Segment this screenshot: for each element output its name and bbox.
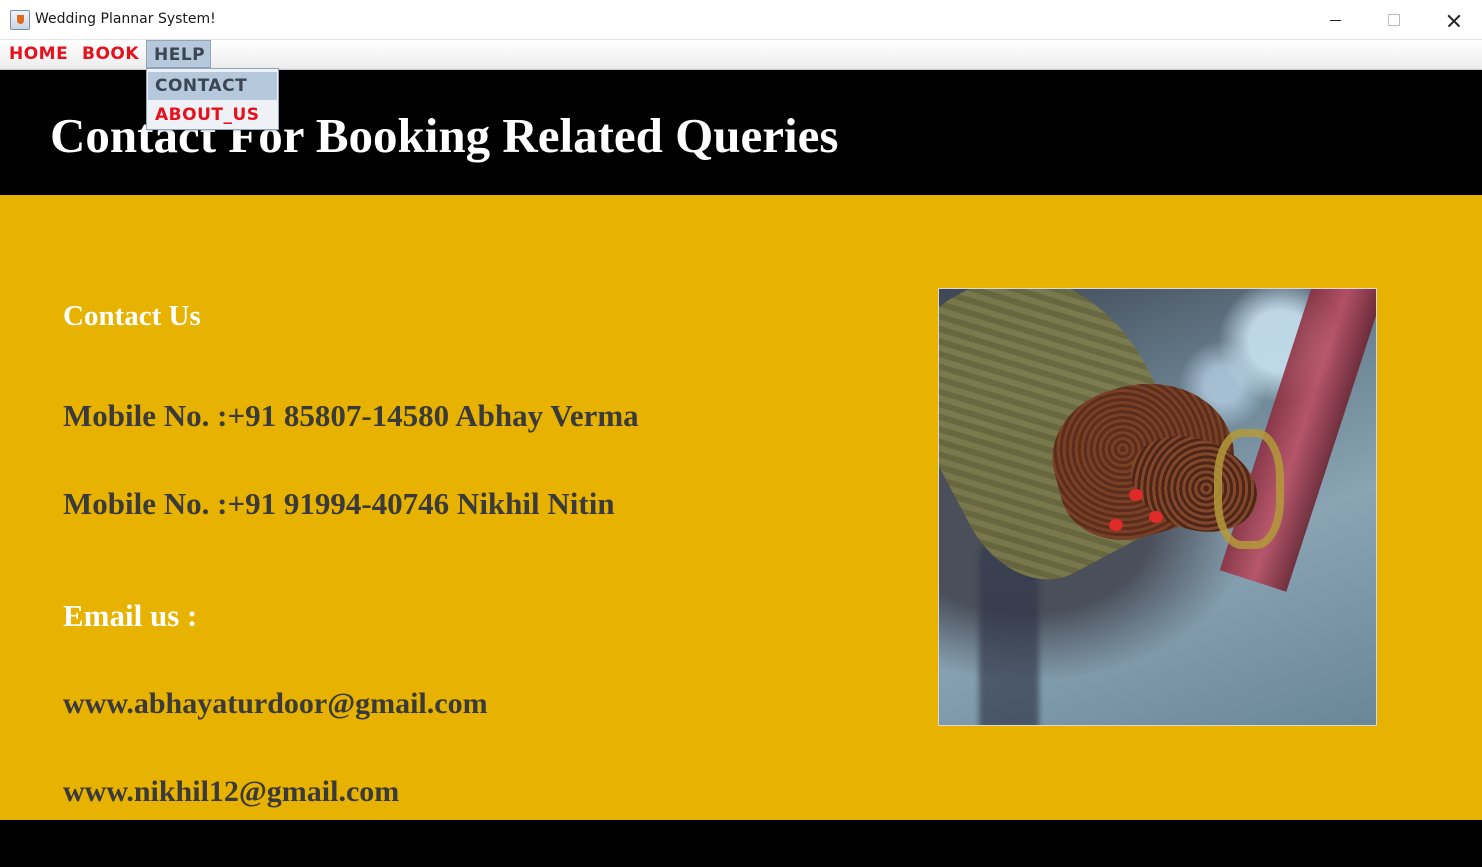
mobile-number-abhay: Mobile No. :+91 85807-14580 Abhay Verma bbox=[63, 398, 639, 433]
menu-help[interactable]: HELP bbox=[146, 40, 211, 68]
menu-bar: HOME BOOK HELP bbox=[0, 40, 1482, 70]
contact-panel: Contact Us Mobile No. :+91 85807-14580 A… bbox=[0, 195, 1482, 820]
mobile-number-nikhil: Mobile No. :+91 91994-40746 Nikhil Nitin bbox=[63, 486, 615, 521]
minimize-button[interactable] bbox=[1306, 0, 1364, 40]
menu-item-about-us[interactable]: ABOUT_US bbox=[148, 101, 277, 129]
menu-book[interactable]: BOOK bbox=[75, 40, 146, 68]
contact-heading: Contact Us bbox=[63, 300, 201, 332]
email-heading: Email us : bbox=[63, 598, 198, 633]
email-abhay: www.abhayaturdoor@gmail.com bbox=[63, 687, 488, 720]
wedding-hands-photo bbox=[938, 288, 1377, 726]
maximize-button[interactable] bbox=[1365, 0, 1423, 40]
window-title-bar: Wedding Plannar System! bbox=[0, 0, 1482, 40]
menu-home[interactable]: HOME bbox=[2, 40, 75, 68]
java-app-icon bbox=[10, 10, 30, 30]
email-nikhil: www.nikhil12@gmail.com bbox=[63, 775, 400, 808]
menu-item-contact[interactable]: CONTACT bbox=[148, 72, 277, 100]
window-title: Wedding Plannar System! bbox=[35, 11, 216, 27]
footer-band bbox=[0, 820, 1482, 867]
close-button[interactable] bbox=[1424, 0, 1482, 40]
help-dropdown-menu: CONTACT ABOUT_US bbox=[146, 68, 279, 130]
